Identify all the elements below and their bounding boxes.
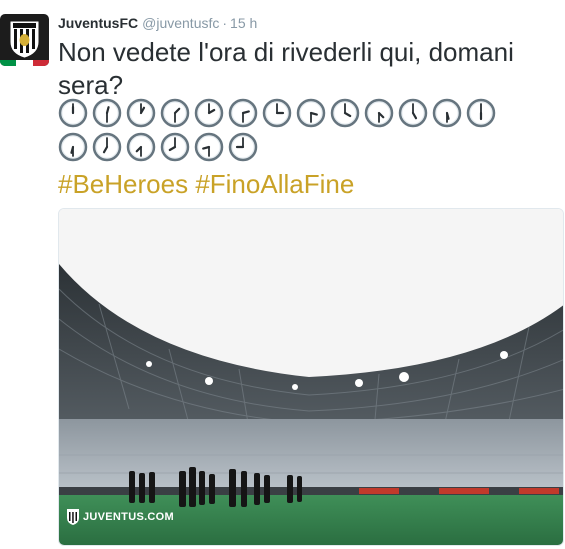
- media-watermark: JUVENTUS.COM: [67, 509, 174, 525]
- clock-icon: [58, 132, 88, 162]
- clock-icon: [160, 132, 190, 162]
- clock-icon: [466, 98, 496, 128]
- juventus-logo-icon: [10, 21, 39, 58]
- tweet-media-photo[interactable]: JUVENTUS.COM: [58, 208, 564, 546]
- tweet-text: Non vedete l'ora di rivederli qui, doman…: [58, 37, 514, 100]
- avatar[interactable]: [0, 14, 49, 66]
- tweet-header: JuventusFC @juventusfc · 15 h: [58, 14, 257, 32]
- hashtag-link[interactable]: #BeHeroes: [58, 169, 188, 199]
- watermark-text: JUVENTUS.COM: [83, 511, 174, 523]
- clock-icon: [126, 98, 156, 128]
- clock-icon: [194, 98, 224, 128]
- clock-icon: [330, 98, 360, 128]
- tweet[interactable]: JuventusFC @juventusfc · 15 h Non vedete l'…: [0, 0, 565, 549]
- italian-flag-stripe: [0, 60, 49, 66]
- clock-icon: [432, 98, 462, 128]
- clock-emoji-row: [58, 132, 538, 164]
- clock-icon: [58, 98, 88, 128]
- clock-icon: [364, 98, 394, 128]
- clock-icon: [92, 98, 122, 128]
- hashtags: #BeHeroes #FinoAllaFine: [58, 168, 354, 201]
- clock-emoji-row: [58, 98, 538, 130]
- clock-icon: [262, 98, 292, 128]
- author-name[interactable]: JuventusFC: [58, 15, 138, 31]
- clock-icon: [296, 98, 326, 128]
- separator-dot: ·: [222, 15, 228, 31]
- clock-emoji-sequence: [58, 98, 538, 166]
- hashtag-link[interactable]: #FinoAllaFine: [195, 169, 354, 199]
- juventus-logo-icon: [67, 509, 79, 525]
- clock-icon: [126, 132, 156, 162]
- clock-icon: [194, 132, 224, 162]
- clock-icon: [228, 132, 258, 162]
- author-handle[interactable]: @juventusfc: [142, 15, 219, 31]
- clock-icon: [160, 98, 190, 128]
- clock-icon: [228, 98, 258, 128]
- tweet-timestamp[interactable]: 15 h: [230, 15, 257, 31]
- clock-icon: [92, 132, 122, 162]
- clock-icon: [398, 98, 428, 128]
- stadium-photo: [59, 209, 563, 545]
